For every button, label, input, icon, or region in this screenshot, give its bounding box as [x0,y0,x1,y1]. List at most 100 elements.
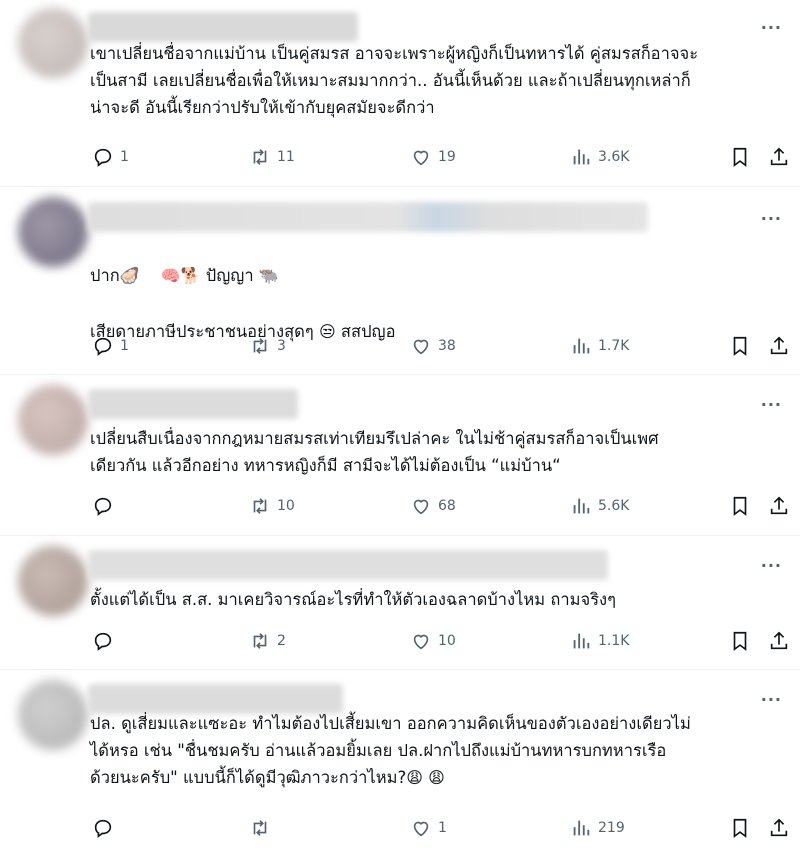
like-count: 68 [438,498,456,514]
more-options-button[interactable]: ··· [761,209,782,228]
bookmark-icon [733,631,747,651]
post-text: เขาเปลี่ยนชื่อจากแม่บ้าน เป็นคู่สมรส อาจ… [90,44,699,117]
like-button[interactable]: 19 [410,145,456,169]
text-segment: ปัญญา [205,266,254,285]
text-segment: ปาก [90,266,120,285]
reply-feed: ··· เขาเปลี่ยนชื่อจากแม่บ้าน เป็นคู่สมรส… [0,0,800,851]
post-actions: 2 10 1.1K [92,629,797,653]
post-actions: 10 68 5.6K [92,494,797,518]
author-name-blurred[interactable] [88,550,608,580]
author-name-blurred[interactable] [88,12,358,42]
views-button[interactable]: 1.1K [570,629,629,653]
views-icon [573,338,590,354]
avatar[interactable] [18,546,88,616]
more-options-button[interactable]: ··· [761,395,782,414]
avatar[interactable] [18,680,88,750]
like-icon [413,150,429,166]
reply-button[interactable] [92,816,120,840]
post[interactable]: ··· เขาเปลี่ยนชื่อจากแม่บ้าน เป็นคู่สมรส… [0,0,800,187]
repost-button[interactable]: 11 [249,145,295,169]
share-button[interactable] [768,334,790,358]
views-count: 1.7K [598,338,630,354]
repost-button[interactable]: 2 [249,629,286,653]
views-button[interactable]: 219 [570,816,625,840]
repost-count: 11 [277,149,295,165]
share-button[interactable] [768,816,790,840]
dog-emoji: 🐕 [180,266,201,285]
repost-icon [253,820,267,836]
views-count: 219 [598,820,625,836]
post[interactable]: ··· ปล. ดูเสี่ยมและแซะอะ ทำไมต้องไปเสี้ย… [0,670,800,851]
like-count: 38 [438,338,456,354]
like-button[interactable]: 68 [410,494,456,518]
share-icon [770,818,788,837]
like-button[interactable]: 38 [410,334,456,358]
weary-face-emoji: 😩 [406,768,423,787]
repost-button[interactable]: 10 [249,494,295,518]
oyster-emoji: 🦪 [119,266,140,285]
bookmark-button[interactable] [729,494,751,518]
post[interactable]: ··· เปลี่ยนสืบเนื่องจากกฎหมายสมรสเท่าเที… [0,375,800,536]
reply-button[interactable]: 1 [92,145,129,169]
post-text: ตั้งแต่ได้เป็น ส.ส. มาเคยวิจารณ์อะไรที่ท… [90,590,616,609]
weary-face-emoji: 😩 [428,768,445,787]
like-button[interactable]: 1 [410,816,447,840]
share-button[interactable] [768,494,790,518]
bookmark-icon [733,147,747,167]
like-icon [413,339,429,355]
views-button[interactable]: 5.6K [570,494,629,518]
bookmark-button[interactable] [729,145,751,169]
repost-count: 2 [277,633,286,649]
views-icon [573,149,590,165]
share-icon [770,631,788,650]
views-icon [573,498,590,514]
reply-button[interactable] [92,494,120,518]
repost-icon [253,498,267,514]
views-button[interactable]: 3.6K [570,145,629,169]
like-icon [413,821,429,837]
views-count: 1.1K [598,633,630,649]
like-button[interactable]: 10 [410,629,456,653]
avatar[interactable] [18,385,88,455]
like-count: 19 [438,149,456,165]
repost-icon [253,338,267,354]
repost-count: 10 [277,498,295,514]
avatar[interactable] [18,8,88,78]
reply-button[interactable] [92,629,120,653]
bookmark-icon [733,818,747,838]
reply-button[interactable]: 1 [92,334,129,358]
bookmark-button[interactable] [729,334,751,358]
post-text: ปาก🦪 🧠🐕 ปัญญา 🐃 [90,235,790,289]
share-icon [770,496,788,515]
reply-icon [94,148,112,167]
like-count: 10 [438,633,456,649]
share-icon [770,147,788,166]
repost-button[interactable] [249,816,277,840]
post[interactable]: ··· ปาก🦪 🧠🐕 ปัญญา 🐃 เสียดายภาษีประชาชนอย… [0,187,800,375]
text-segment: ปล. ดูเสี่ยมและแซะอะ ทำไมต้องไปเสี้ยมเขา… [90,714,691,787]
share-button[interactable] [768,629,790,653]
author-name-blurred[interactable] [88,389,298,419]
views-count: 5.6K [598,498,630,514]
share-button[interactable] [768,145,790,169]
bookmark-icon [733,496,747,516]
like-count: 1 [438,820,447,836]
views-icon [573,820,590,836]
author-name-blurred[interactable] [88,202,648,232]
more-options-button[interactable]: ··· [761,18,782,37]
more-options-button[interactable]: ··· [761,556,782,575]
views-count: 3.6K [598,149,630,165]
repost-button[interactable]: 3 [249,334,286,358]
buffalo-emoji: 🐃 [258,266,279,285]
post[interactable]: ··· ตั้งแต่ได้เป็น ส.ส. มาเคยวิจารณ์อะไร… [0,536,800,670]
repost-count: 3 [277,338,286,354]
bookmark-button[interactable] [729,629,751,653]
reply-icon [94,632,112,651]
bookmark-button[interactable] [729,816,751,840]
post-text: ปล. ดูเสี่ยมและแซะอะ ทำไมต้องไปเสี้ยมเขา… [90,710,790,791]
views-button[interactable]: 1.7K [570,334,629,358]
reply-icon [94,819,112,838]
more-options-button[interactable]: ··· [761,690,782,709]
avatar[interactable] [18,197,88,267]
reply-icon [94,337,112,356]
